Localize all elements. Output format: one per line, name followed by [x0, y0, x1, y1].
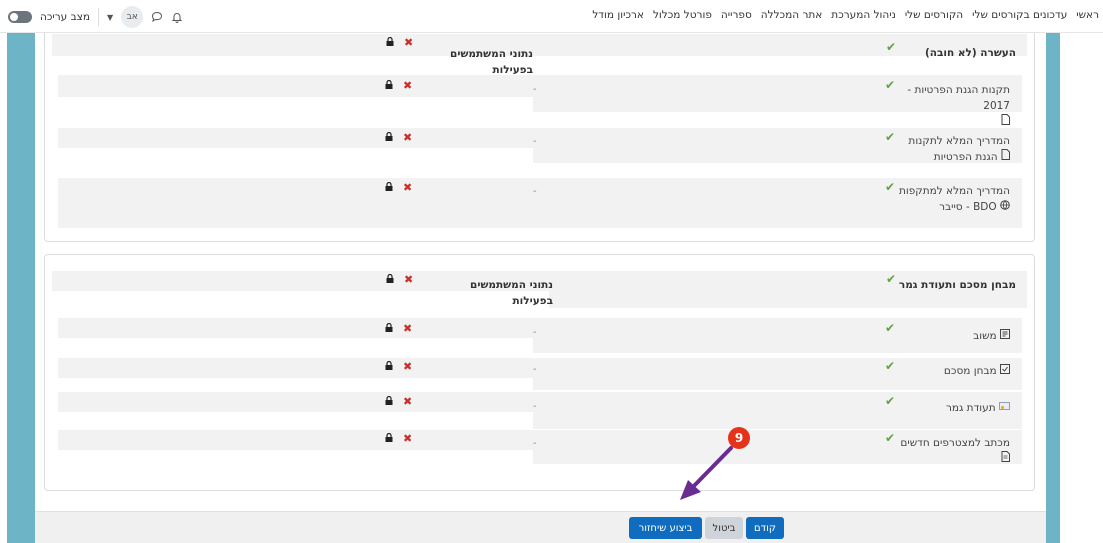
annotation-arrow-icon — [680, 446, 733, 500]
